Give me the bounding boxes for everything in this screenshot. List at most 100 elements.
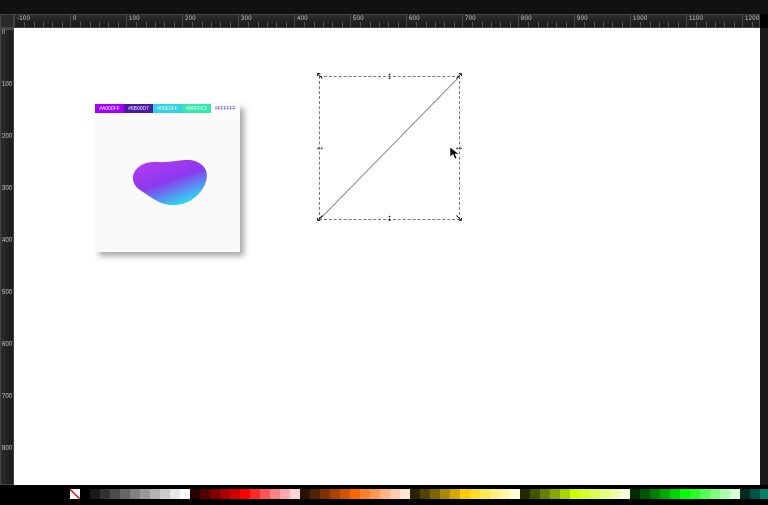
swatch[interactable]	[390, 489, 400, 499]
swatch[interactable]	[700, 489, 710, 499]
swatch[interactable]	[550, 489, 560, 499]
handle-se[interactable]: ↘	[455, 214, 463, 224]
handle-w[interactable]: ↔	[315, 143, 325, 153]
strip-swatch[interactable]: #00FFC2	[182, 104, 211, 113]
swatch[interactable]	[720, 489, 730, 499]
swatch[interactable]	[70, 489, 80, 499]
swatch[interactable]	[410, 489, 420, 499]
swatch[interactable]	[190, 489, 200, 499]
swatch[interactable]	[170, 489, 180, 499]
color-palette[interactable]	[70, 489, 756, 499]
swatch[interactable]	[520, 489, 530, 499]
swatch[interactable]	[690, 489, 700, 499]
swatch[interactable]	[670, 489, 680, 499]
swatch[interactable]	[260, 489, 270, 499]
swatch[interactable]	[460, 489, 470, 499]
swatch[interactable]	[750, 489, 760, 499]
preview-card[interactable]: #A000FF#6B00D7#00E0FF#00FFC2#FFFFFF	[95, 104, 240, 252]
swatch[interactable]	[130, 489, 140, 499]
swatch[interactable]	[140, 489, 150, 499]
swatch[interactable]	[680, 489, 690, 499]
swatch[interactable]	[560, 489, 570, 499]
swatch[interactable]	[370, 489, 380, 499]
swatch[interactable]	[230, 489, 240, 499]
swatch[interactable]	[120, 489, 130, 499]
swatch[interactable]	[760, 489, 768, 499]
handle-n[interactable]: ↕	[387, 72, 392, 82]
titlebar	[0, 0, 768, 14]
strip-swatch[interactable]: #FFFFFF	[211, 104, 240, 113]
handle-nw[interactable]: ↖	[316, 72, 324, 82]
strip-swatch[interactable]: #6B00D7	[124, 104, 153, 113]
swatch[interactable]	[590, 489, 600, 499]
ruler-vertical[interactable]: 0100200300400500600700800	[0, 28, 14, 485]
swatch[interactable]	[480, 489, 490, 499]
swatch[interactable]	[180, 489, 190, 499]
swatch[interactable]	[340, 489, 350, 499]
swatch[interactable]	[540, 489, 550, 499]
handle-sw[interactable]: ↙	[316, 214, 324, 224]
swatch[interactable]	[280, 489, 290, 499]
swatch[interactable]	[150, 489, 160, 499]
swatch[interactable]	[740, 489, 750, 499]
ruler-corner[interactable]	[0, 14, 14, 28]
swatch[interactable]	[360, 489, 370, 499]
swatch[interactable]	[80, 489, 90, 499]
swatch[interactable]	[660, 489, 670, 499]
swatch[interactable]	[470, 489, 480, 499]
handle-ne[interactable]: ↗	[455, 72, 463, 82]
ruler-v-tick: 400	[1, 237, 13, 238]
ruler-v-tick: 800	[1, 445, 13, 446]
swatch[interactable]	[210, 489, 220, 499]
swatch[interactable]	[100, 489, 110, 499]
swatch[interactable]	[270, 489, 280, 499]
swatch[interactable]	[730, 489, 740, 499]
ruler-horizontal[interactable]	[14, 14, 760, 28]
swatch[interactable]	[610, 489, 620, 499]
swatch[interactable]	[530, 489, 540, 499]
ruler-v-tick: 100	[1, 81, 13, 82]
swatch[interactable]	[640, 489, 650, 499]
swatch[interactable]	[330, 489, 340, 499]
selection-bbox[interactable]: ↖ ↕ ↗ ↔ ↔ ↙ ↕ ↘	[319, 76, 460, 220]
swatch[interactable]	[200, 489, 210, 499]
ruler-h-tick	[351, 15, 407, 27]
ruler-v-tick: 700	[1, 393, 13, 394]
swatch[interactable]	[440, 489, 450, 499]
swatch[interactable]	[510, 489, 520, 499]
ruler-h-tick	[295, 15, 351, 27]
ruler-h-tick	[15, 15, 71, 27]
swatch[interactable]	[220, 489, 230, 499]
strip-swatch[interactable]: #A000FF	[95, 104, 124, 113]
swatch[interactable]	[450, 489, 460, 499]
swatch[interactable]	[240, 489, 250, 499]
swatch[interactable]	[710, 489, 720, 499]
handle-s[interactable]: ↕	[387, 214, 392, 224]
scrollbar-vertical[interactable]	[760, 28, 768, 485]
swatch[interactable]	[350, 489, 360, 499]
swatch[interactable]	[250, 489, 260, 499]
swatch[interactable]	[380, 489, 390, 499]
swatch[interactable]	[400, 489, 410, 499]
app-root: 0100200300400500600700800 #A000FF#6B00D7…	[0, 0, 768, 505]
swatch[interactable]	[600, 489, 610, 499]
strip-swatch[interactable]: #00E0FF	[153, 104, 182, 113]
swatch[interactable]	[290, 489, 300, 499]
swatch[interactable]	[310, 489, 320, 499]
swatch[interactable]	[630, 489, 640, 499]
swatch[interactable]	[430, 489, 440, 499]
swatch[interactable]	[90, 489, 100, 499]
swatch[interactable]	[420, 489, 430, 499]
swatch[interactable]	[320, 489, 330, 499]
swatch[interactable]	[500, 489, 510, 499]
swatch[interactable]	[110, 489, 120, 499]
selection-diagonal	[320, 77, 459, 219]
swatch[interactable]	[570, 489, 580, 499]
swatch[interactable]	[490, 489, 500, 499]
swatch[interactable]	[160, 489, 170, 499]
swatch[interactable]	[620, 489, 630, 499]
canvas[interactable]: #A000FF#6B00D7#00E0FF#00FFC2#FFFFFF	[14, 28, 760, 485]
swatch[interactable]	[650, 489, 660, 499]
swatch[interactable]	[580, 489, 590, 499]
swatch[interactable]	[300, 489, 310, 499]
